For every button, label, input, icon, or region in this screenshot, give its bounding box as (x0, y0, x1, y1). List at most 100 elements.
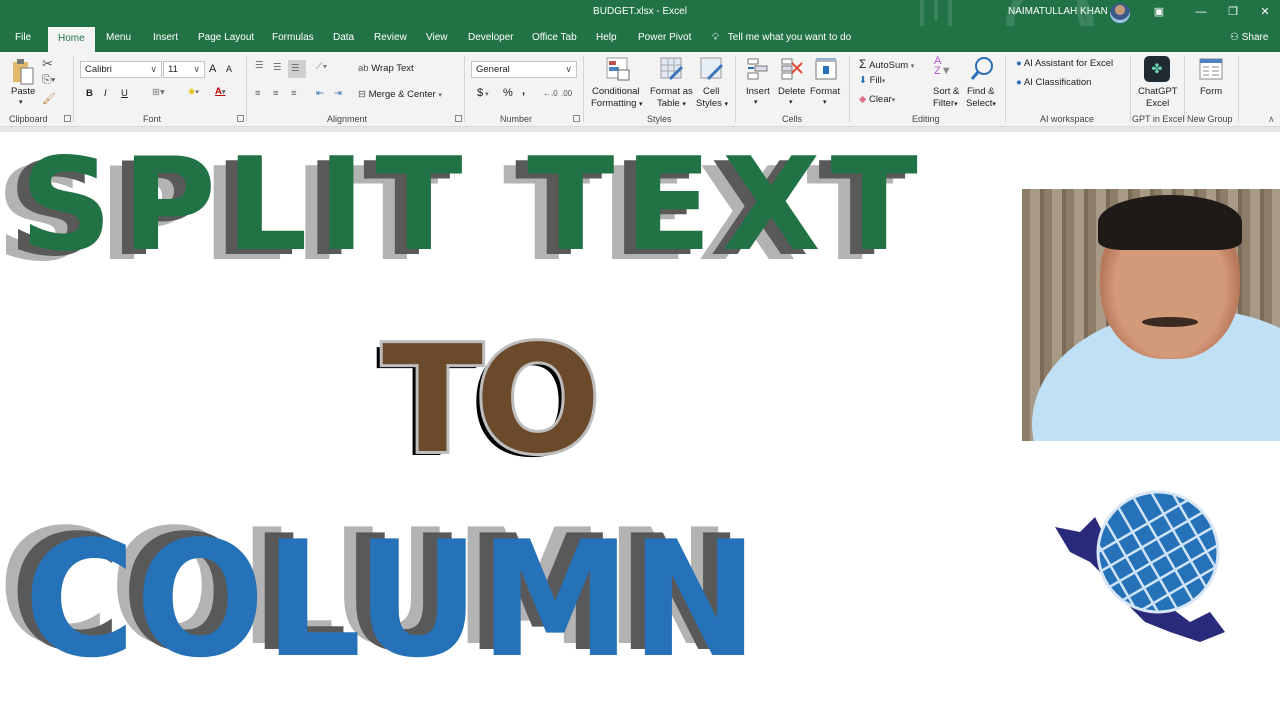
tab-review[interactable]: Review (374, 32, 407, 43)
top-align-button[interactable]: ☰ (255, 60, 264, 71)
share-button[interactable]: ⚇ Share (1230, 32, 1268, 43)
wrap-text-button[interactable]: ab Wrap Text (358, 63, 414, 74)
middle-align-button[interactable]: ☰ (273, 62, 282, 73)
tab-office-tab[interactable]: Office Tab (532, 32, 577, 43)
autosum-button[interactable]: Σ AutoSum ▾ (859, 57, 914, 71)
number-launcher-icon[interactable] (573, 115, 580, 122)
chatgpt-excel-label-1: ChatGPT (1138, 86, 1178, 97)
ai-classification-label: AI Classification (1023, 77, 1092, 88)
tab-help[interactable]: Help (596, 32, 617, 43)
chatgpt-icon: ✤ (1144, 56, 1170, 82)
font-launcher-icon[interactable] (237, 115, 244, 122)
tab-view[interactable]: View (426, 32, 448, 43)
insert-cells-icon (747, 58, 768, 80)
italic-button[interactable]: I (104, 88, 107, 99)
tab-insert[interactable]: Insert (153, 32, 178, 43)
title-line-3-text: COLUMN (24, 506, 759, 693)
tab-developer[interactable]: Developer (468, 32, 514, 43)
form-icon (1199, 58, 1223, 80)
increase-decimal-button[interactable]: ←.0 (543, 89, 558, 98)
tab-formulas[interactable]: Formulas (272, 32, 314, 43)
bold-button[interactable]: B (86, 88, 93, 99)
tab-data[interactable]: Data (333, 32, 354, 43)
group-separator (73, 56, 74, 122)
number-format-value: General (476, 64, 510, 75)
chevron-down-icon: ∨ (193, 64, 200, 74)
align-center-button[interactable]: ≡ (273, 88, 279, 99)
decrease-decimal-button[interactable]: .00 (561, 89, 572, 98)
portrait-hair (1098, 195, 1242, 250)
ribbon-display-options-button[interactable]: ▣ (1150, 4, 1168, 20)
format-as-table-label-1: Format as (650, 86, 693, 97)
orientation-button[interactable]: ⟋▾ (316, 61, 327, 72)
merge-icon: ⊟ (358, 89, 366, 100)
styles-group-label: Styles (647, 114, 672, 124)
align-left-button[interactable]: ≡ (255, 88, 261, 99)
percent-button[interactable]: % (503, 87, 513, 99)
font-size-value: 11 (168, 64, 178, 75)
cut-icon[interactable]: ✂ (42, 56, 53, 72)
editing-group-label: Editing (912, 114, 940, 124)
conditional-formatting-label-2: Formatting ▾ (591, 98, 643, 109)
wrap-text-label: Wrap Text (371, 63, 414, 74)
format-painter-icon[interactable]: 🖌︎ (42, 92, 56, 105)
grow-font-button[interactable]: A (209, 63, 216, 75)
ai-classification-button[interactable]: ● AI Classification (1016, 77, 1091, 88)
format-as-table-label-2: Table ▾ (657, 98, 686, 109)
minimize-button[interactable]: — (1192, 4, 1210, 20)
ai-workspace-group-label: AI workspace (1040, 114, 1095, 124)
delete-cells-label: Delete (778, 86, 806, 97)
font-size-select[interactable]: 11 ∨ (163, 61, 205, 78)
group-separator (464, 56, 465, 122)
wrap-text-icon: ab (358, 63, 369, 74)
number-format-select[interactable]: General ∨ (471, 61, 577, 78)
decrease-indent-button[interactable]: ⇤ (316, 88, 324, 99)
user-name[interactable]: NAIMATULLAH KHAN (1008, 6, 1108, 17)
chatgpt-excel-label-2: Excel (1146, 98, 1170, 109)
paste-dropdown-icon: ▾ (19, 99, 23, 106)
shrink-font-button[interactable]: A (226, 64, 232, 74)
group-separator (1184, 56, 1185, 122)
ai-assistant-button[interactable]: ● AI Assistant for Excel (1016, 58, 1113, 69)
fill-color-button[interactable]: ◈▾ (188, 86, 199, 97)
close-button[interactable]: ✕ (1256, 4, 1274, 20)
cell-styles-icon (700, 57, 724, 81)
borders-button[interactable]: ⊞▾ (152, 87, 165, 98)
tell-me-search[interactable]: 💡︎ Tell me what you want to do (712, 32, 851, 43)
underline-button[interactable]: U (121, 88, 128, 99)
tab-home[interactable]: Home (48, 27, 95, 52)
bottom-align-button[interactable]: ☰ (288, 60, 306, 78)
ai-classification-icon: ● (1016, 77, 1022, 88)
chevron-down-icon: ▾ (789, 99, 793, 106)
title-line-1-text: SPLIT TEXT (20, 132, 928, 280)
font-color-button[interactable]: A▾ (215, 86, 225, 97)
collapse-ribbon-button[interactable]: ∧ (1268, 114, 1275, 125)
cell-styles-label-2: Styles ▾ (696, 98, 729, 109)
gpt-group-label: GPT in Excel (1132, 114, 1185, 124)
clipboard-launcher-icon[interactable] (64, 115, 71, 122)
currency-button[interactable]: $ ▾ (477, 87, 489, 99)
align-right-button[interactable]: ≡ (291, 88, 297, 99)
clear-button[interactable]: ◆ Clear▾ (859, 94, 895, 105)
lightbulb-icon: 💡︎ (712, 32, 719, 43)
user-avatar[interactable] (1110, 3, 1130, 23)
merge-center-button[interactable]: ⊟ Merge & Center ▾ (358, 89, 442, 100)
group-separator (735, 56, 736, 122)
fill-button[interactable]: ⬇ Fill▾ (859, 75, 885, 86)
format-cells-label: Format (810, 86, 841, 97)
comma-button[interactable]: , (522, 85, 525, 97)
copy-icon[interactable]: ⎘▾ (42, 74, 55, 87)
tab-file[interactable]: File (15, 32, 31, 43)
alignment-launcher-icon[interactable] (455, 115, 462, 122)
merge-center-label: Merge & Center (368, 89, 436, 100)
increase-indent-button[interactable]: ⇥ (334, 88, 342, 99)
tab-page-layout[interactable]: Page Layout (198, 32, 254, 43)
chevron-down-icon: ∨ (565, 64, 572, 74)
tab-menu[interactable]: Menu (106, 32, 131, 43)
chevron-down-icon: ∨ (150, 64, 157, 74)
font-name-select[interactable]: Calibri ∨ (80, 61, 162, 78)
cells-group-label: Cells (782, 114, 803, 124)
restore-button[interactable]: ❐ (1224, 4, 1242, 20)
alignment-group-label: Alignment (327, 114, 368, 124)
tab-power-pivot[interactable]: Power Pivot (638, 32, 691, 43)
